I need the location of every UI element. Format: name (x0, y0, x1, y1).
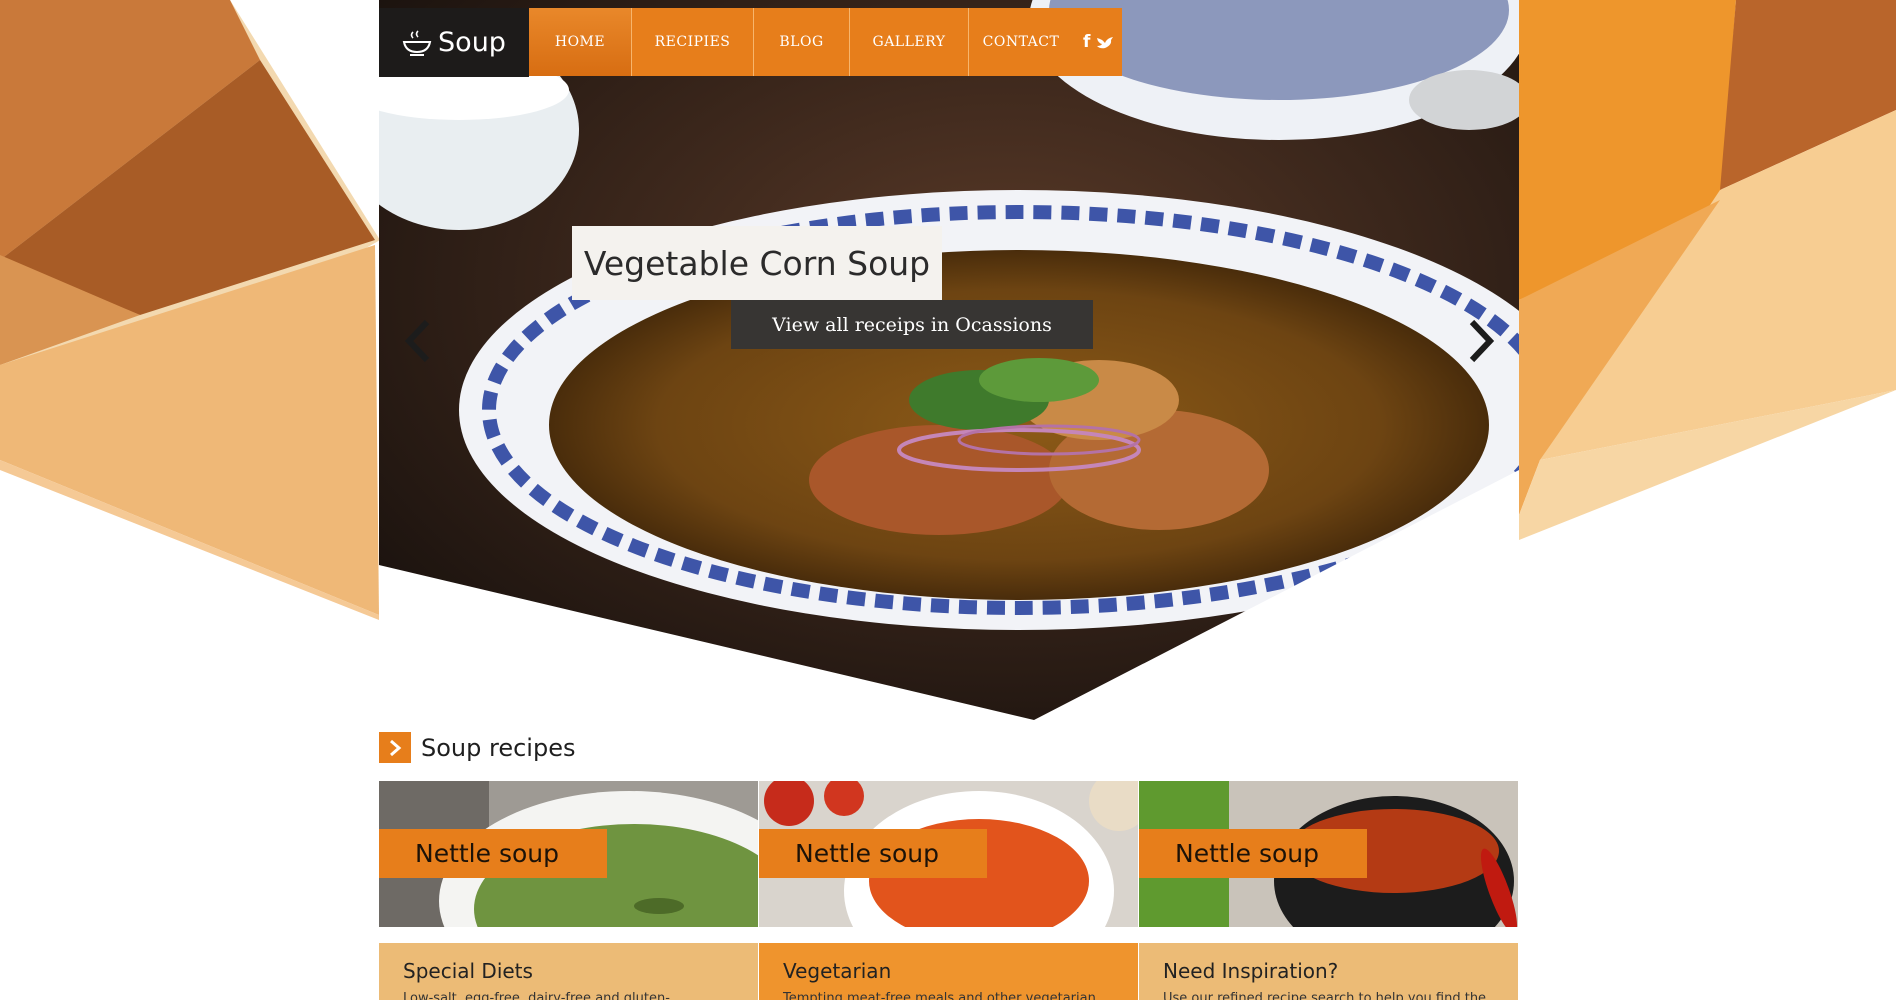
recipe-card-label: Nettle soup (759, 829, 987, 878)
soup-bowl-icon (402, 29, 432, 56)
hero-link-button[interactable]: View all receips in Ocassions (731, 300, 1093, 349)
nav-item-contact[interactable]: CONTACT (969, 8, 1073, 76)
hero-image (379, 0, 1519, 720)
feature-text: Tempting meat-free meals and other veget… (783, 991, 1096, 1000)
feature-box[interactable]: Special Diets Low-salt, egg-free, dairy-… (379, 943, 758, 1000)
site-container: Vegetable Corn Soup View all receips in … (379, 0, 1519, 1000)
hero-title: Vegetable Corn Soup (572, 226, 942, 300)
feature-boxes: Special Diets Low-salt, egg-free, dairy-… (379, 943, 1519, 1000)
recipe-card[interactable]: Nettle soup (379, 781, 758, 927)
nav-item-recipes[interactable]: RECIPIES (632, 8, 754, 76)
feature-text: Use our refined recipe search to help yo… (1163, 991, 1487, 1000)
recipe-card[interactable]: Nettle soup (759, 781, 1138, 927)
chevron-right-icon (379, 732, 411, 763)
chevron-right-icon (1469, 319, 1495, 363)
recipe-card[interactable]: Nettle soup (1139, 781, 1518, 927)
section-title: Soup recipes (421, 733, 576, 762)
main-menu: HOME RECIPIES BLOG GALLERY CONTACT f (529, 8, 1123, 76)
top-navigation: Soup HOME RECIPIES BLOG GALLERY CONTACT … (379, 8, 1123, 77)
feature-title: Need Inspiration? (1163, 959, 1339, 983)
feature-title: Special Diets (403, 959, 533, 983)
feature-box[interactable]: Vegetarian Tempting meat-free meals and … (759, 943, 1138, 1000)
facebook-icon[interactable]: f (1083, 32, 1090, 52)
feature-text: Low-salt, egg-free, dairy-free and glute… (403, 991, 670, 1000)
section-header: Soup recipes (379, 732, 575, 763)
nav-item-gallery[interactable]: GALLERY (850, 8, 969, 76)
recipe-card-label: Nettle soup (1139, 829, 1367, 878)
slider-prev-button[interactable] (401, 318, 435, 364)
recipe-cards: Nettle soup Nettle soup Nettle soup (379, 781, 1519, 927)
feature-title: Vegetarian (783, 959, 892, 983)
recipe-card-label: Nettle soup (379, 829, 607, 878)
logo[interactable]: Soup (379, 8, 529, 77)
logo-text: Soup (438, 27, 506, 58)
hero-slider: Vegetable Corn Soup View all receips in … (379, 0, 1519, 720)
social-links: f (1073, 8, 1122, 76)
slider-next-button[interactable] (1464, 318, 1498, 364)
nav-item-blog[interactable]: BLOG (754, 8, 850, 76)
feature-box[interactable]: Need Inspiration? Use our refined recipe… (1139, 943, 1518, 1000)
nav-item-home[interactable]: HOME (529, 8, 632, 76)
twitter-bird-icon[interactable] (1096, 34, 1116, 50)
chevron-left-icon (404, 319, 430, 363)
